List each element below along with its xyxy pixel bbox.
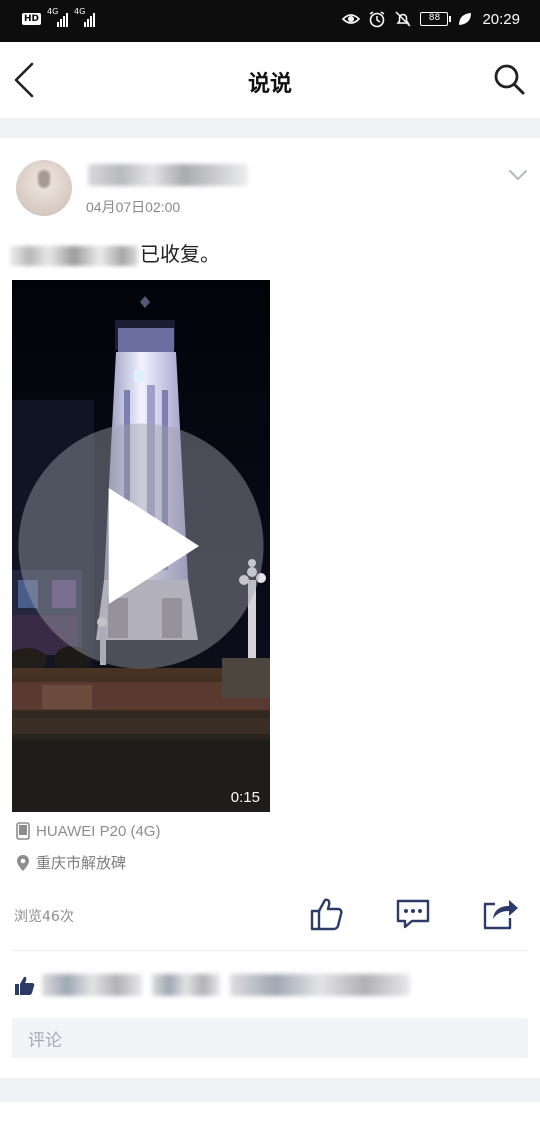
battery-icon: 88 xyxy=(420,12,452,26)
comment-icon[interactable] xyxy=(393,894,433,934)
username-redacted[interactable] xyxy=(88,164,248,186)
chevron-down-icon[interactable] xyxy=(508,168,528,182)
status-bar: HD 4G 4G 88 20:29 xyxy=(0,0,540,42)
location-info[interactable]: 重庆市解放碑 xyxy=(16,852,126,873)
divider xyxy=(12,950,528,951)
section-divider-bottom xyxy=(0,1078,540,1102)
status-left: HD 4G 4G xyxy=(22,7,96,27)
leaf-icon xyxy=(459,13,472,25)
signal-icon-sim1: 4G xyxy=(47,7,69,27)
comment-input[interactable]: 评论 xyxy=(12,1018,528,1058)
post-text-visible: 已收复。 xyxy=(140,242,220,266)
post-time: 04月07日02:00 xyxy=(86,199,181,215)
device-info: HUAWEI P20 (4G) xyxy=(16,822,160,840)
view-count: 浏览46次 xyxy=(14,909,74,925)
page-title: 说说 xyxy=(247,72,292,97)
video-duration: 0:15 xyxy=(230,789,260,806)
location-pin-icon xyxy=(17,854,29,871)
thumbs-up-icon[interactable] xyxy=(306,894,346,934)
eye-icon xyxy=(342,14,361,24)
like-small-icon xyxy=(15,976,35,995)
avatar[interactable] xyxy=(16,160,72,216)
alarm-icon xyxy=(370,11,385,28)
share-icon[interactable] xyxy=(480,894,520,934)
feed-post: 04月07日02:00 已收复。 0:15 HUAWEI P20 (4G) 重庆… xyxy=(0,138,540,1078)
likers-redacted xyxy=(42,974,410,996)
post-text: 已收复。 xyxy=(10,238,220,267)
phone-icon xyxy=(16,822,30,840)
likers-row[interactable] xyxy=(14,970,414,1000)
play-icon[interactable] xyxy=(12,280,270,812)
location-label: 重庆市解放碑 xyxy=(36,854,127,872)
status-right: 88 20:29 xyxy=(342,10,520,28)
status-time: 20:29 xyxy=(482,10,520,28)
redacted-text xyxy=(10,245,138,266)
device-label: HUAWEI P20 (4G) xyxy=(36,822,161,840)
section-divider xyxy=(0,118,540,138)
search-icon[interactable] xyxy=(492,62,526,96)
hd-badge: HD xyxy=(22,13,42,25)
next-post-edge xyxy=(0,1102,540,1122)
comment-placeholder: 评论 xyxy=(28,1031,62,1051)
mute-bell-icon xyxy=(395,11,411,27)
signal-icon-sim2: 4G xyxy=(74,7,96,27)
header: 说说 xyxy=(0,42,540,118)
video-player[interactable]: 0:15 xyxy=(12,280,270,812)
